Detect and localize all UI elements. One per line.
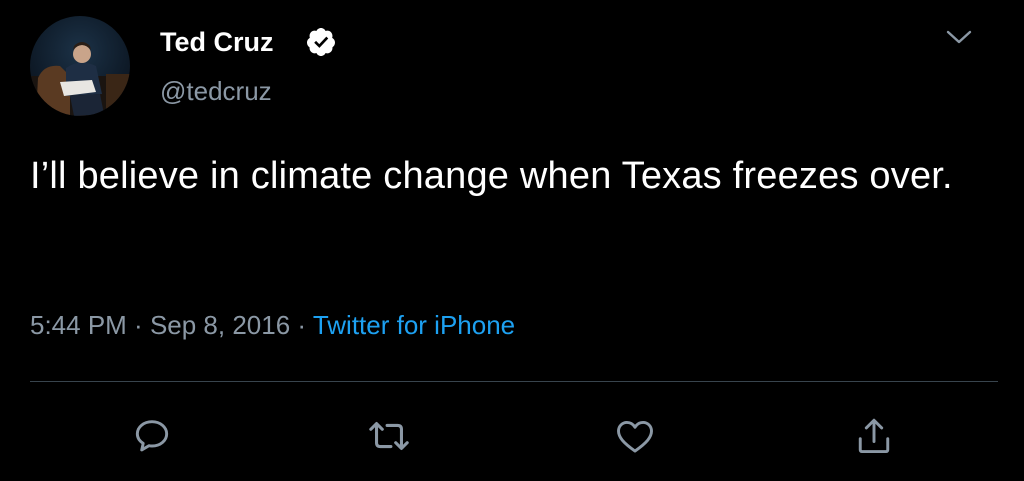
author-display-name[interactable]: Ted Cruz <box>160 25 274 59</box>
share-button[interactable] <box>850 412 898 460</box>
heart-icon <box>617 420 653 453</box>
reply-button[interactable] <box>128 412 176 460</box>
meta-separator: · <box>290 310 313 340</box>
more-options-caret[interactable] <box>944 26 974 48</box>
tweet-date[interactable]: Sep 8, 2016 <box>150 310 290 340</box>
chevron-down-icon <box>946 30 972 44</box>
avatar-photo-icon <box>30 42 130 116</box>
meta-separator: · <box>126 310 150 340</box>
like-button[interactable] <box>611 412 659 460</box>
tweet-metadata: 5:44 PM · Sep 8, 2016 · Twitter for iPho… <box>30 307 515 343</box>
actions-divider <box>30 381 998 382</box>
tweet-text: I’ll believe in climate change when Texa… <box>30 155 953 197</box>
share-upload-icon <box>858 418 890 454</box>
retweet-button[interactable] <box>365 412 413 460</box>
author-handle[interactable]: @tedcruz <box>160 74 272 108</box>
tweet-time[interactable]: 5:44 PM <box>30 310 127 340</box>
author-avatar[interactable] <box>30 16 130 116</box>
tweet-source-link[interactable]: Twitter for iPhone <box>313 310 515 340</box>
verified-badge-icon <box>306 28 335 56</box>
retweet-arrows-icon <box>369 422 409 450</box>
tweet-card: Ted Cruz @tedcruz I’ll believe in climat… <box>0 0 1024 481</box>
speech-bubble-icon <box>135 420 169 452</box>
